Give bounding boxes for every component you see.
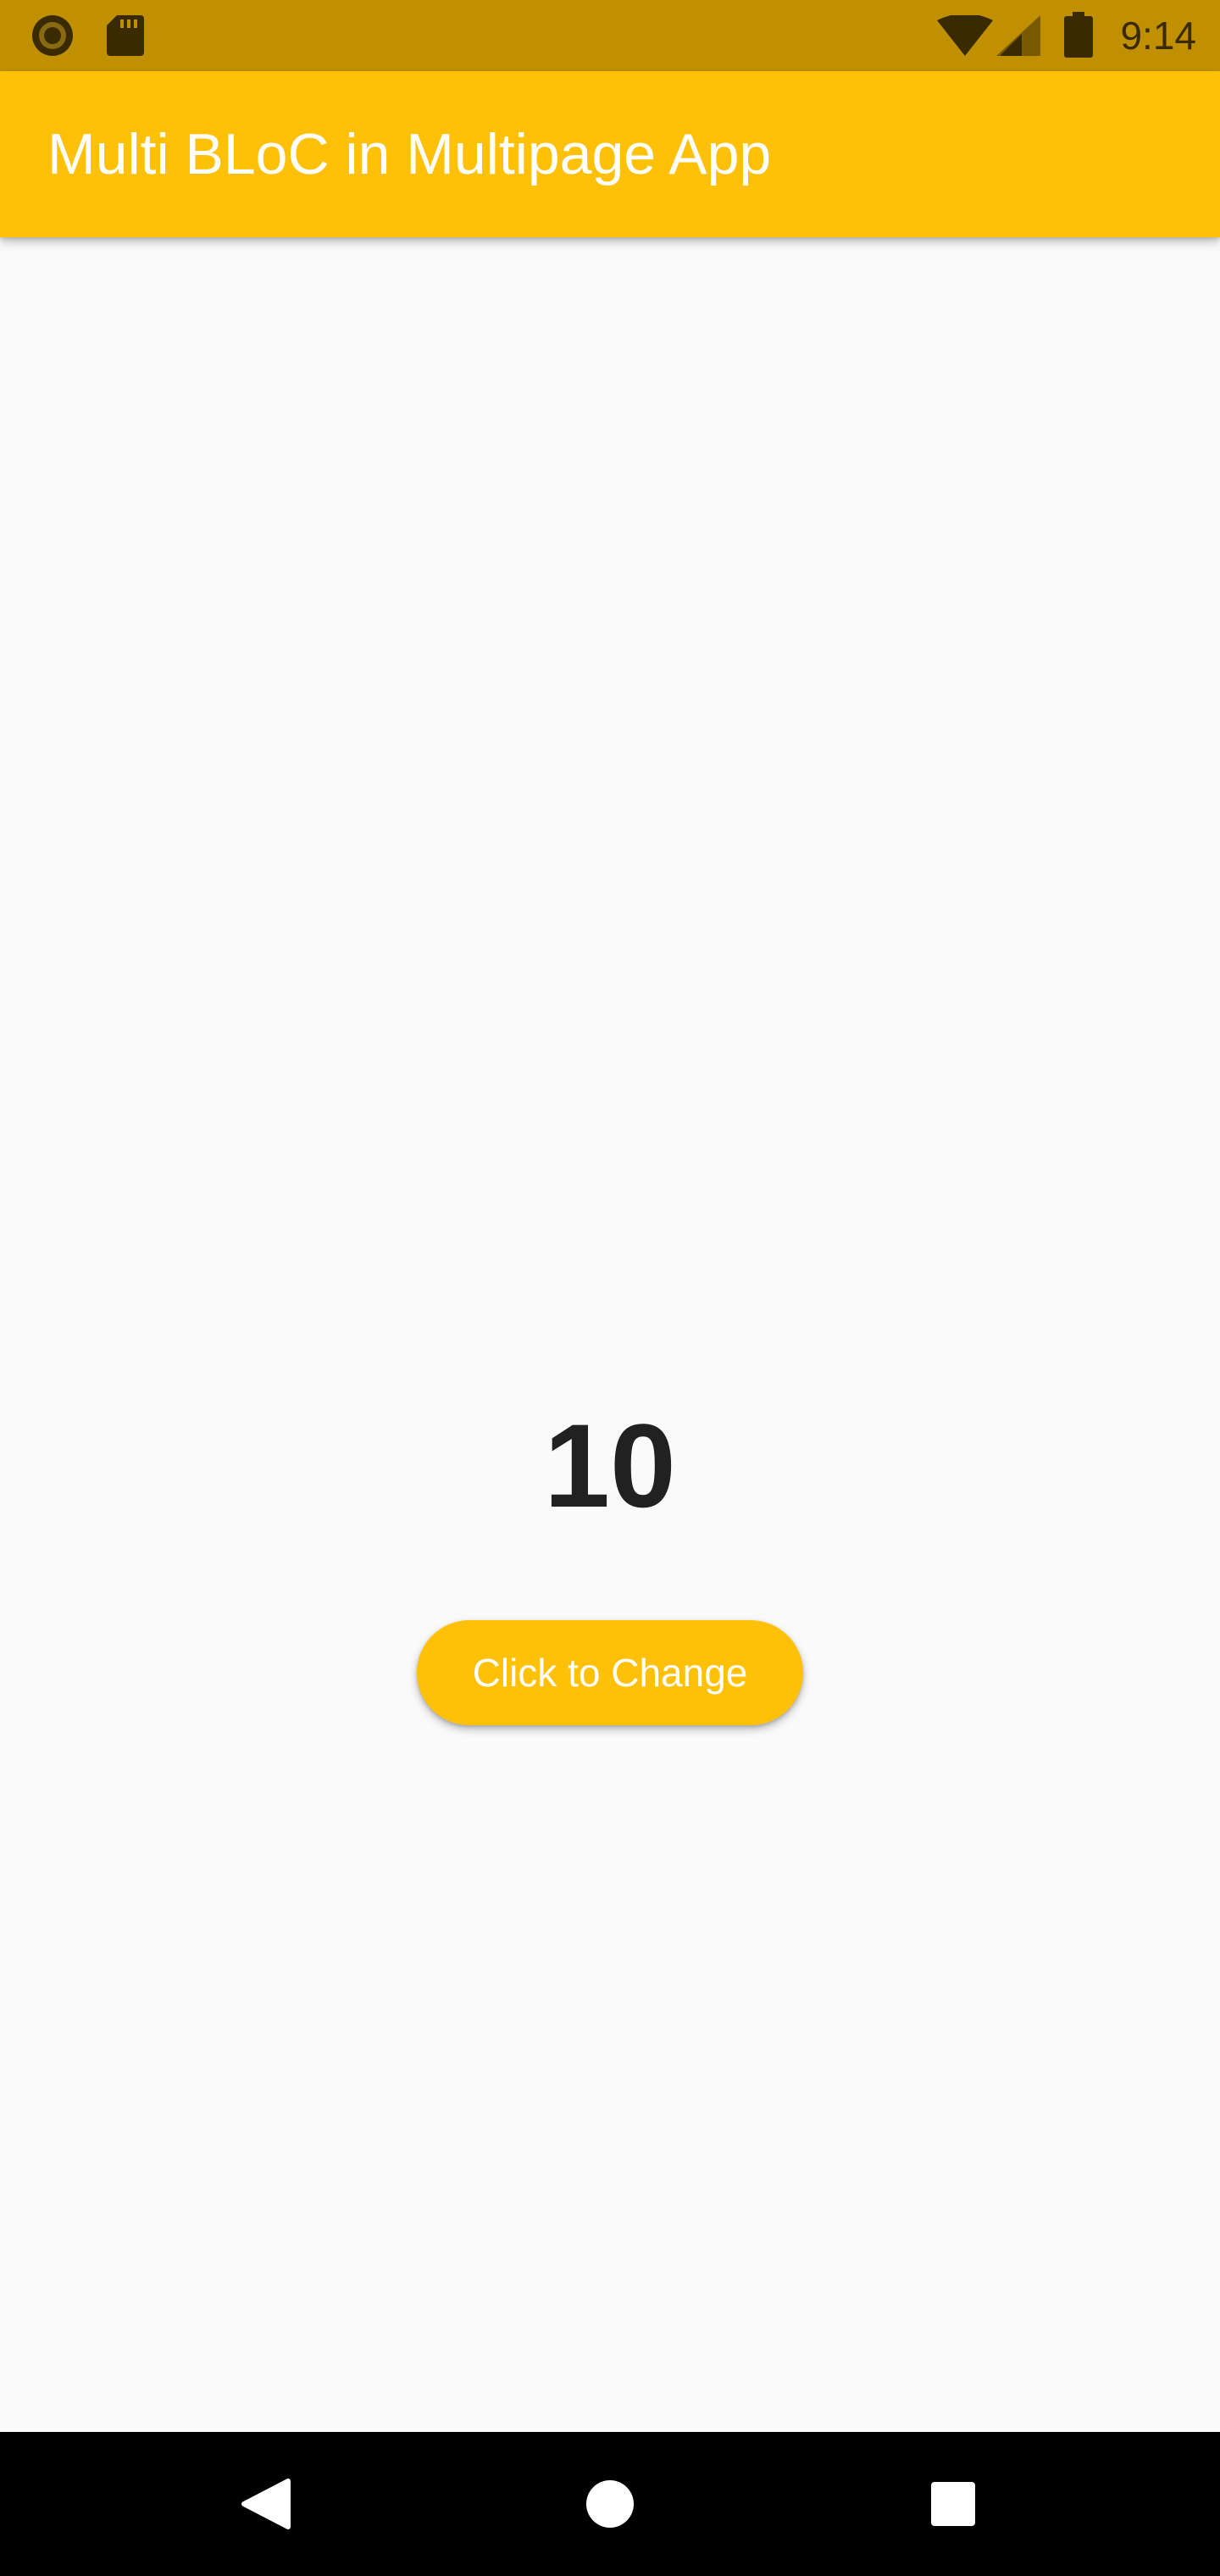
app-screen: 9:14 Multi BLoC in Multipage App 10 Clic… [0,0,1220,2576]
back-icon[interactable] [195,2432,339,2576]
navigation-bar [0,2432,1220,2576]
status-bar: 9:14 [0,0,1220,71]
record-icon [30,14,75,62]
home-icon[interactable] [538,2432,682,2576]
cellular-signal-icon [996,15,1040,60]
recents-icon[interactable] [881,2432,1025,2576]
counter-value: 10 [544,1399,676,1532]
wifi-icon [937,14,993,60]
app-title: Multi BLoC in Multipage App [47,122,772,186]
main-content: 10 Click to Change [0,237,1220,2432]
click-to-change-button[interactable]: Click to Change [417,1620,803,1725]
sd-card-icon [107,15,144,60]
battery-icon [1064,12,1093,62]
status-time: 9:14 [1120,14,1196,58]
app-bar: Multi BLoC in Multipage App [0,71,1220,237]
